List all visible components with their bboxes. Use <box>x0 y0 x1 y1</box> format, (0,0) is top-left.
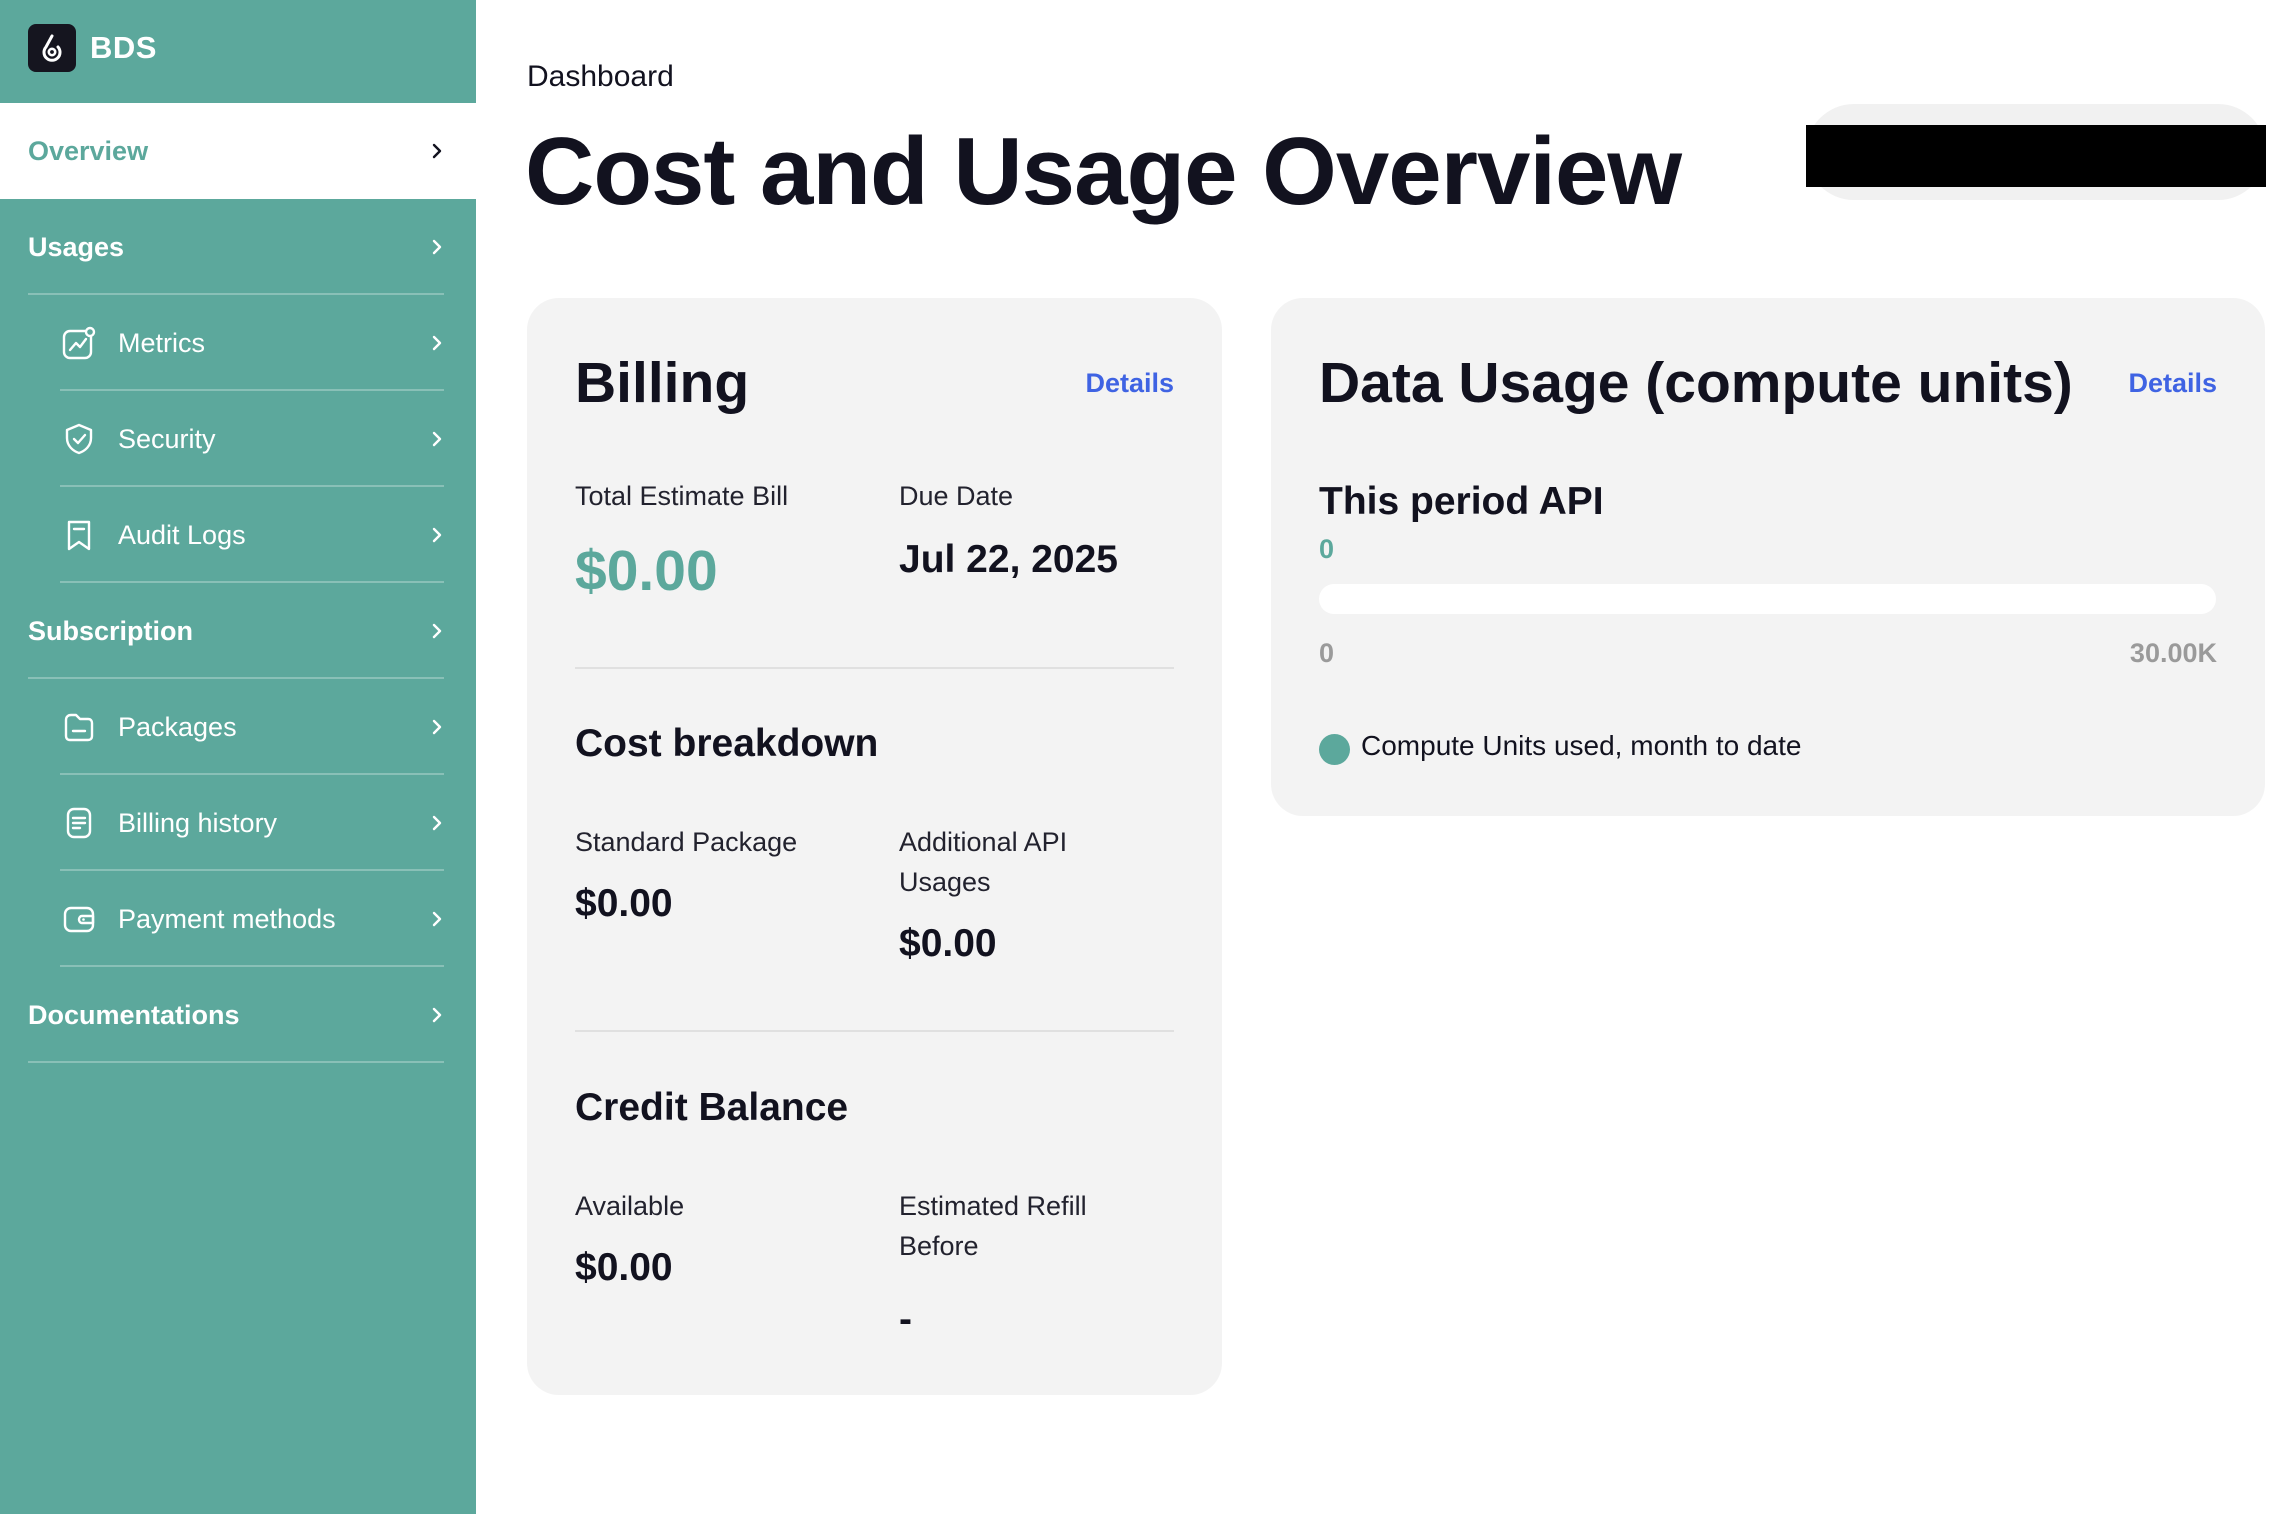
available-label: Available <box>575 1191 685 1221</box>
chevron-right-icon <box>432 527 442 543</box>
divider <box>575 667 1174 669</box>
chevron-right-icon <box>432 335 442 351</box>
sidebar-item-label: Subscription <box>28 615 194 646</box>
page-title: Cost and Usage Overview <box>525 118 1682 225</box>
chevron-right-icon <box>432 623 442 639</box>
sidebar-item-label: Audit Logs <box>118 519 246 550</box>
total-estimate-label: Total Estimate Bill <box>575 481 789 511</box>
usage-progress-bar <box>1319 584 2216 614</box>
additional-api-label: Additional API Usages <box>899 827 1068 897</box>
sidebar-item-label: Payment methods <box>118 903 336 934</box>
sidebar-item-overview[interactable]: Overview <box>0 103 476 199</box>
available-value: $0.00 <box>575 1246 673 1289</box>
wallet-icon <box>60 900 98 938</box>
redacted-block <box>1806 125 2266 187</box>
estimated-refill-value: - <box>899 1298 912 1341</box>
sidebar-item-usages[interactable]: Usages <box>0 199 476 295</box>
bookmark-icon <box>60 516 98 554</box>
standard-package-value: $0.00 <box>575 882 673 925</box>
current-usage-value: 0 <box>1319 534 1335 564</box>
sidebar-item-payment-methods[interactable]: Payment methods <box>0 871 476 967</box>
sidebar-item-label: Documentations <box>28 999 240 1030</box>
sidebar-item-label: Usages <box>28 231 125 262</box>
additional-api-value: $0.00 <box>899 922 997 965</box>
billing-card: Billing Details Total Estimate Bill $0.0… <box>527 298 1222 1395</box>
sidebar-item-label: Packages <box>118 711 237 742</box>
legend-label: Compute Units used, month to date <box>1361 730 1802 761</box>
period-title: This period API <box>1319 480 1604 523</box>
standard-package-label: Standard Package <box>575 827 798 857</box>
sidebar-item-billing-history[interactable]: Billing history <box>0 775 476 871</box>
range-min-label: 0 <box>1319 638 1335 668</box>
sidebar-item-security[interactable]: Security <box>0 391 476 487</box>
range-max-label: 30.00K <box>2129 638 2217 668</box>
chevron-right-icon <box>432 719 442 735</box>
billing-title: Billing <box>575 351 750 415</box>
sidebar-item-documentations[interactable]: Documentations <box>0 967 476 1063</box>
brand-name: BDS <box>90 30 157 65</box>
sidebar-item-label: Billing history <box>118 807 278 838</box>
sidebar: BDS Overview Usages Metrics Security Aud… <box>0 0 476 1514</box>
sidebar-item-label: Metrics <box>118 327 205 358</box>
divider <box>575 1030 1174 1032</box>
total-estimate-value: $0.00 <box>575 539 718 603</box>
legend-dot <box>1319 734 1350 765</box>
estimated-refill-label: Estimated Refill Before <box>899 1191 1087 1261</box>
data-usage-title: Data Usage (compute units) <box>1319 351 2073 415</box>
sidebar-item-label: Overview <box>28 135 149 166</box>
document-icon <box>60 804 98 842</box>
sidebar-item-audit-logs[interactable]: Audit Logs <box>0 487 476 583</box>
due-date-label: Due Date <box>899 481 1014 511</box>
brand-logo-icon <box>28 24 76 72</box>
chevron-right-icon <box>432 1007 442 1023</box>
chevron-right-icon <box>432 911 442 927</box>
sidebar-item-subscription[interactable]: Subscription <box>0 583 476 679</box>
credit-balance-title: Credit Balance <box>575 1086 849 1129</box>
chart-icon <box>60 324 98 362</box>
cost-breakdown-title: Cost breakdown <box>575 722 879 765</box>
shield-icon <box>60 420 98 458</box>
breadcrumb[interactable]: Dashboard <box>527 60 674 94</box>
due-date-value: Jul 22, 2025 <box>899 538 1118 581</box>
chevron-right-icon <box>432 815 442 831</box>
sidebar-item-packages[interactable]: Packages <box>0 679 476 775</box>
data-usage-details-link[interactable]: Details <box>2128 368 2217 399</box>
chevron-right-icon <box>432 431 442 447</box>
chevron-right-icon <box>432 143 442 159</box>
brand[interactable]: BDS <box>28 24 157 72</box>
data-usage-card: Data Usage (compute units) Details This … <box>1271 298 2265 816</box>
sidebar-item-metrics[interactable]: Metrics <box>0 295 476 391</box>
chevron-right-icon <box>432 239 442 255</box>
billing-details-link[interactable]: Details <box>1085 368 1174 399</box>
sidebar-item-label: Security <box>118 423 216 454</box>
folder-icon <box>60 708 98 746</box>
sidebar-nav: Overview Usages Metrics Security Audit L… <box>0 103 476 1063</box>
divider <box>28 1061 444 1063</box>
